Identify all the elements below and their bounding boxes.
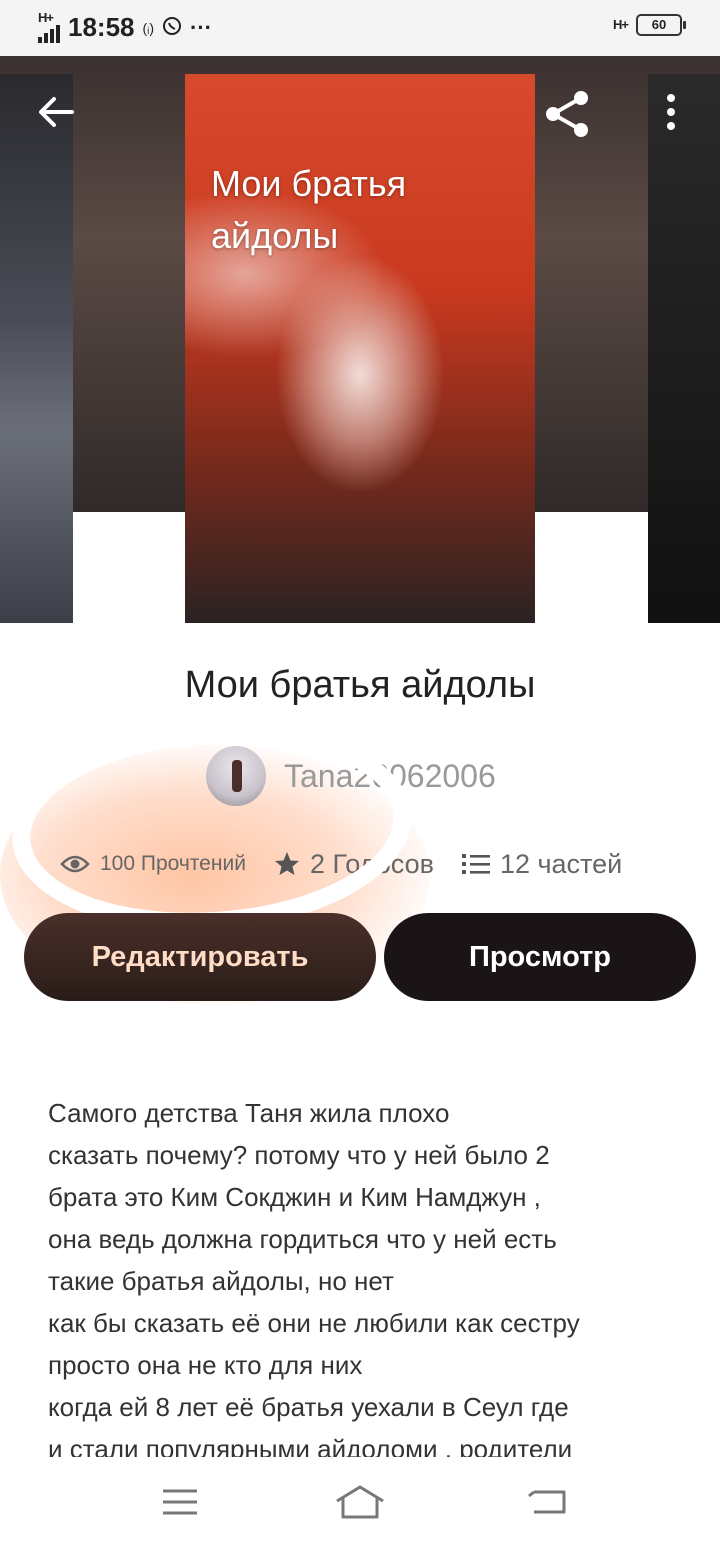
- description-line: она ведь должна гордиться что у ней есть: [48, 1224, 557, 1254]
- more-notifications-icon: ···: [190, 14, 213, 40]
- reads-stat: 100 Прочтений: [60, 852, 246, 876]
- clock: 18:58: [68, 12, 135, 42]
- author-link[interactable]: Tana26062006: [206, 746, 496, 806]
- book-cover[interactable]: Мои братья айдолы: [185, 74, 535, 623]
- back-button[interactable]: [34, 90, 78, 134]
- system-back-button[interactable]: [526, 1486, 570, 1518]
- status-bar: H+ 18:58 (ᵢ) ··· H+ 60: [0, 0, 720, 56]
- book-stats: 100 Прочтений 2 Голосов 12 частей: [60, 842, 670, 886]
- description-line: сказать почему? потому что у ней было 2: [48, 1140, 550, 1170]
- description-line: Самого детства Таня жила плохо: [48, 1098, 450, 1128]
- book-description: Самого детства Таня жила плохо сказать п…: [48, 1092, 688, 1457]
- list-icon: [461, 854, 490, 874]
- system-nav-bar: [0, 1460, 720, 1544]
- votes-stat: 2 Голосов: [274, 849, 434, 880]
- eye-icon: [60, 855, 90, 873]
- votes-count: 2 Голосов: [309, 848, 434, 879]
- star-icon: [274, 852, 299, 875]
- status-right: H+ 60: [613, 14, 686, 36]
- previous-cover[interactable]: [0, 74, 73, 623]
- more-button[interactable]: [656, 92, 686, 136]
- home-button[interactable]: [333, 1484, 387, 1520]
- author-name[interactable]: Tana26062006: [284, 758, 496, 795]
- book-title: Мои братья айдолы: [184, 664, 536, 706]
- menu-icon: [163, 1489, 197, 1515]
- avatar[interactable]: [206, 746, 266, 806]
- reads-count: 100 Прочтений: [100, 852, 246, 875]
- battery-icon: 60: [636, 14, 686, 36]
- battery-level: 60: [651, 17, 667, 32]
- parts-count: 12 частей: [499, 848, 623, 879]
- cover-title: Мои братья айдолы: [211, 163, 407, 256]
- view-button[interactable]: Просмотр: [384, 913, 696, 1001]
- network-type: H+: [38, 9, 54, 25]
- hotspot-icon: (ᵢ): [142, 19, 155, 36]
- description-line: и стали популярными айдоломи , родители: [48, 1434, 573, 1457]
- description-line: брата это Ким Сокджин и Ким Намджун ,: [48, 1182, 541, 1212]
- description-line: когда ей 8 лет её братья уехали в Сеул г…: [48, 1392, 569, 1422]
- more-vertical-icon: [667, 94, 675, 130]
- status-left: H+ 18:58 (ᵢ) ···: [38, 9, 213, 43]
- signal-icon: H+: [38, 9, 60, 43]
- share-button[interactable]: [542, 88, 594, 140]
- next-cover[interactable]: [648, 74, 720, 623]
- whatsapp-icon: [162, 16, 182, 39]
- description-line: как бы сказать её они не любили как сест…: [48, 1308, 580, 1338]
- description-line: просто она не кто для них: [48, 1350, 363, 1380]
- parts-stat: 12 частей: [461, 848, 623, 880]
- edit-button[interactable]: Редактировать: [24, 913, 376, 1001]
- home-icon: [336, 1485, 384, 1519]
- share-icon: [546, 91, 588, 137]
- network-type-right: H+: [613, 17, 629, 32]
- arrow-left-icon: [39, 97, 74, 127]
- return-icon: [528, 1490, 566, 1514]
- recent-apps-button[interactable]: [160, 1486, 200, 1518]
- description-line: такие братья айдолы, но нет: [48, 1266, 394, 1296]
